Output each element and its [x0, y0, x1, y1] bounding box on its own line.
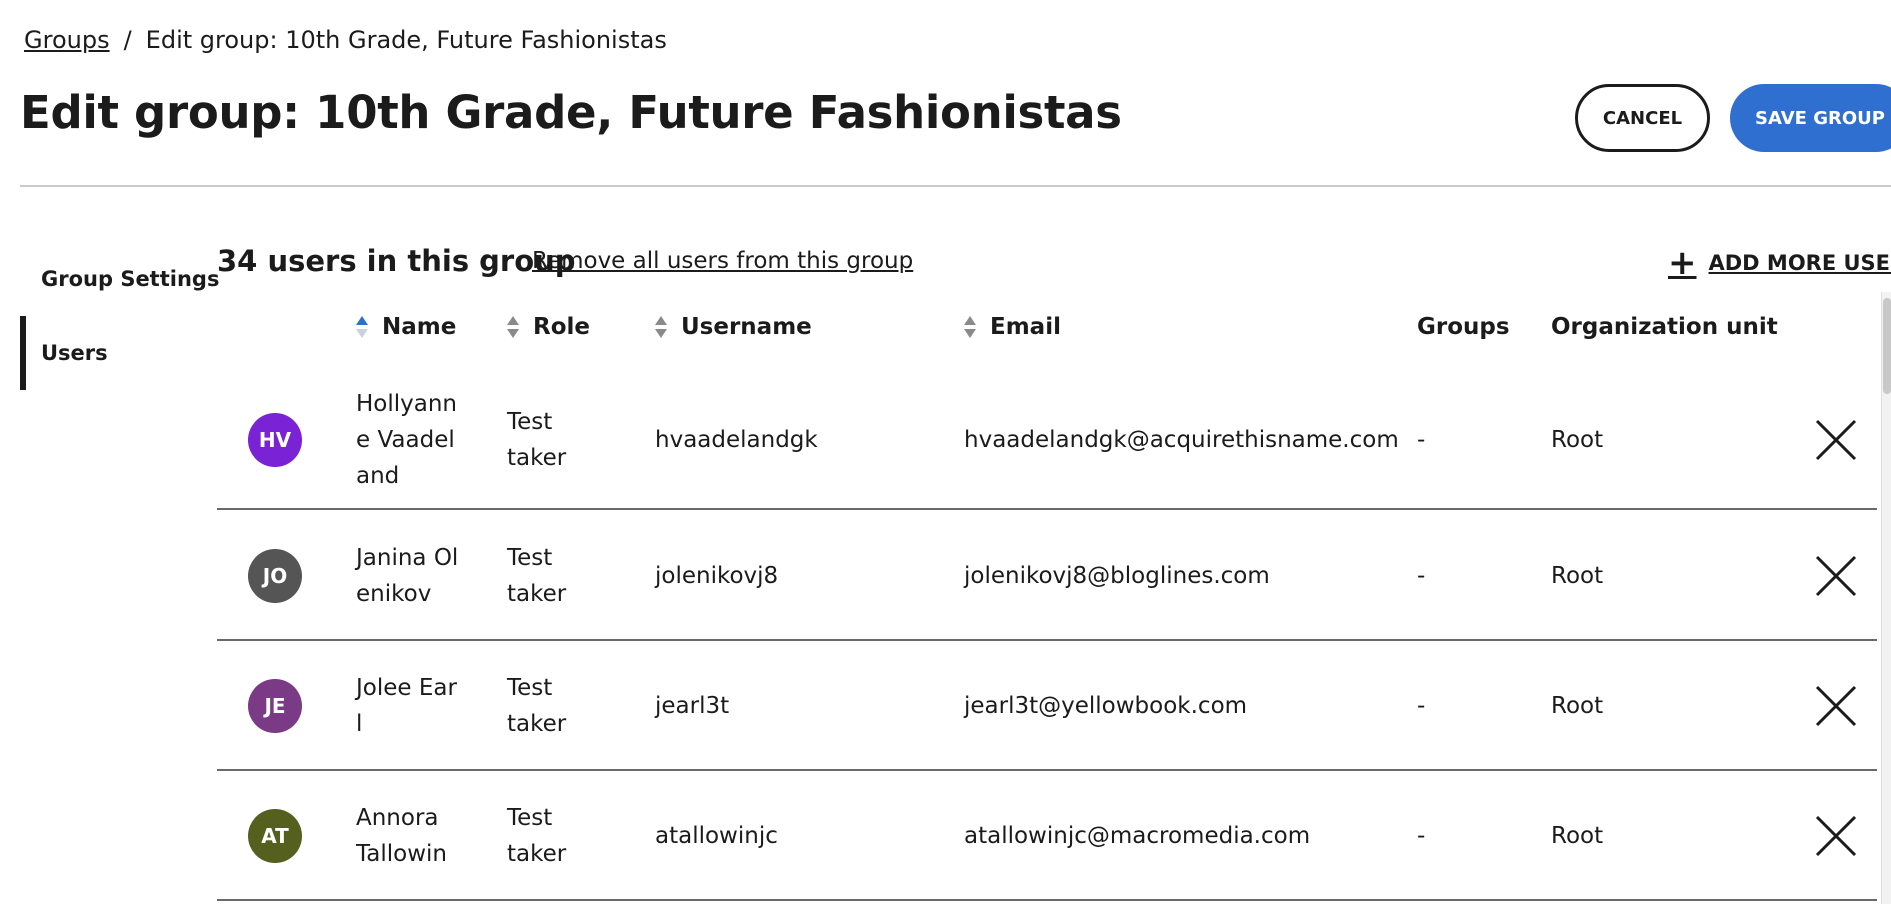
avatar: HV: [248, 413, 302, 467]
column-header-email[interactable]: Email: [964, 314, 1061, 340]
user-role-cell-line: Test: [507, 675, 553, 701]
scrollbar-thumb[interactable]: [1883, 298, 1891, 394]
user-name-cell: Annora Tallowin: [356, 800, 447, 872]
user-role-cell: Test taker: [507, 540, 566, 612]
add-more-users-button[interactable]: + ADD MORE USERS: [1668, 246, 1891, 280]
avatar: JO: [248, 548, 302, 603]
user-name-cell: Janina Ol enikov: [356, 540, 458, 612]
user-groups-cell: -: [1417, 562, 1426, 589]
avatar: JE: [248, 679, 302, 733]
user-role-cell: Test taker: [507, 404, 566, 476]
user-role-cell-line: taker: [507, 711, 567, 737]
user-name-cell-line: Hollyann: [356, 391, 458, 417]
save-group-button[interactable]: SAVE GROUP: [1730, 84, 1891, 152]
column-header-name-label: Name: [382, 314, 457, 340]
header-divider: [20, 185, 1891, 187]
column-header-name[interactable]: Name: [356, 314, 456, 340]
user-groups-cell: -: [1417, 427, 1426, 453]
user-role-cell: Test taker: [507, 800, 566, 872]
table-row: AT Annora Tallowin Test taker atallowinjc atal…: [217, 771, 1877, 901]
user-role-cell-line: taker: [507, 841, 567, 867]
user-name-cell: Hollyann e Vaadel and: [356, 386, 457, 494]
user-username-cell: hvaadelandgk: [655, 427, 818, 453]
user-org-unit-cell: Root: [1551, 823, 1604, 849]
user-name-cell-line: Tallowin: [356, 841, 447, 867]
users-count-heading: 34 users in this group: [217, 244, 576, 278]
remove-user-close-icon[interactable]: [1814, 554, 1858, 598]
remove-user-close-icon[interactable]: [1814, 814, 1858, 858]
sort-icon[interactable]: [507, 316, 519, 338]
column-header-username[interactable]: Username: [655, 314, 812, 340]
user-email-cell: hvaadelandgk@acquirethisname.com: [964, 427, 1399, 453]
user-username-cell: atallowinjc: [655, 823, 778, 849]
user-email-cell: jearl3t@yellowbook.com: [964, 693, 1248, 719]
user-name-cell-line: Janina Ol: [356, 544, 459, 571]
cancel-button[interactable]: CANCEL: [1575, 84, 1710, 152]
row-divider: [217, 899, 1877, 901]
sidebar-item-users[interactable]: Users: [20, 316, 200, 390]
breadcrumb-separator: /: [123, 26, 132, 54]
table-scrollbar[interactable]: [1881, 292, 1891, 904]
user-org-unit-cell: Root: [1551, 562, 1604, 589]
user-username-cell: jearl3t: [655, 693, 730, 719]
sidebar-nav: Group Settings Users: [20, 242, 219, 390]
remove-user-close-icon[interactable]: [1814, 418, 1858, 462]
user-groups-cell: -: [1417, 823, 1426, 849]
user-name-cell-line: and: [356, 463, 400, 489]
user-name-cell-line: l: [356, 711, 363, 737]
column-header-groups: Groups: [1417, 314, 1510, 340]
sort-icon[interactable]: [655, 316, 667, 338]
user-name-cell: Jolee Ear l: [356, 670, 457, 742]
table-row: HV Hollyann e Vaadel and Test taker hvaadeland…: [217, 370, 1877, 510]
breadcrumb-current: Edit group: 10th Grade, Future Fashionis…: [145, 26, 667, 54]
plus-icon: +: [1668, 243, 1697, 283]
sort-icon[interactable]: [964, 316, 976, 338]
column-header-organization-unit: Organization unit: [1551, 314, 1778, 340]
breadcrumb-groups-link[interactable]: Groups: [24, 26, 110, 54]
table-row: JE Jolee Ear l Test taker jearl3t jearl3t@yell…: [217, 641, 1877, 771]
user-name-cell-line: enikov: [356, 580, 432, 607]
user-role-cell-line: Test: [507, 544, 553, 571]
user-email-cell: atallowinjc@macromedia.com: [964, 823, 1311, 849]
table-row: JO Janina Ol enikov Test taker jolenikovj8 jol…: [217, 510, 1877, 641]
user-role-cell: Test taker: [507, 670, 566, 742]
page-title: Edit group: 10th Grade, Future Fashionis…: [20, 86, 1122, 139]
column-header-email-label: Email: [990, 314, 1061, 340]
user-groups-cell: -: [1417, 693, 1426, 719]
user-email-cell: jolenikovj8@bloglines.com: [964, 562, 1270, 589]
user-role-cell-line: Test: [507, 805, 553, 831]
user-role-cell-line: taker: [507, 445, 567, 471]
user-name-cell-line: Annora: [356, 805, 439, 831]
user-name-cell-line: Jolee Ear: [356, 675, 457, 701]
user-org-unit-cell: Root: [1551, 427, 1604, 453]
column-header-username-label: Username: [681, 314, 812, 340]
sidebar-item-group-settings[interactable]: Group Settings: [20, 242, 219, 316]
user-name-cell-line: e Vaadel: [356, 427, 455, 453]
remove-user-close-icon[interactable]: [1814, 684, 1858, 728]
avatar: AT: [248, 809, 302, 863]
user-role-cell-line: taker: [507, 580, 567, 607]
sort-ascending-icon[interactable]: [356, 316, 368, 338]
user-role-cell-line: Test: [507, 409, 553, 435]
user-username-cell: jolenikovj8: [655, 562, 779, 589]
add-more-users-label: ADD MORE USERS: [1708, 251, 1891, 275]
remove-all-users-link[interactable]: Remove all users from this group: [532, 248, 913, 274]
column-header-role[interactable]: Role: [507, 314, 590, 340]
breadcrumb: Groups / Edit group: 10th Grade, Future Fa…: [24, 26, 667, 54]
user-org-unit-cell: Root: [1551, 693, 1604, 719]
column-header-role-label: Role: [533, 314, 590, 340]
